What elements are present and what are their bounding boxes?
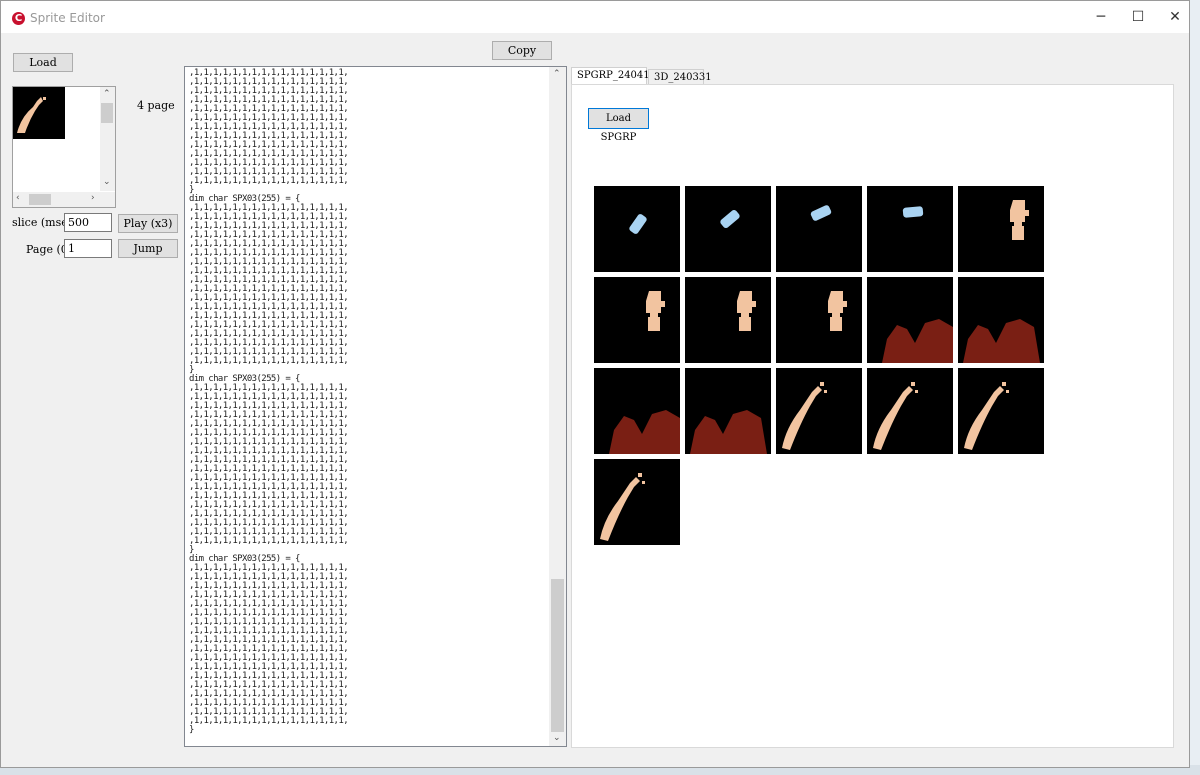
sprite-tile[interactable] (776, 277, 862, 363)
sprite-blue-capsule-shape (629, 214, 647, 234)
close-button[interactable]: ✕ (1157, 1, 1193, 33)
sprite-tile[interactable] (594, 459, 680, 545)
sprite-tile[interactable] (685, 277, 771, 363)
sprite-skin-arm-shape (782, 382, 827, 450)
sprite-skin-arm-shape (964, 382, 1009, 450)
code-scroll-up-icon[interactable]: ⌃ (553, 69, 561, 79)
sprite-skin-figure-shape (646, 291, 665, 331)
sprite-tile[interactable] (958, 368, 1044, 454)
jump-button[interactable]: Jump (118, 239, 178, 258)
spgrp-panel: Load SPGRP (571, 84, 1174, 748)
code-textarea[interactable]: ,1,1,1,1,1,1,1,1,1,1,1,1,1,1,1,1, ,1,1,1… (184, 66, 567, 747)
sprite-preview-box[interactable]: ⌃ ⌄ ‹ › (12, 86, 116, 208)
play-button[interactable]: Play (x3) (118, 214, 178, 233)
desktop-background-right (1190, 0, 1200, 775)
tab-spgrp[interactable]: SPGRP_240414 (571, 67, 656, 85)
sprite-skin-figure-shape (1010, 200, 1029, 240)
sprite-tile[interactable] (958, 277, 1044, 363)
sprite-skin-figure-shape (828, 291, 847, 331)
preview-horizontal-scroll-thumb[interactable] (29, 194, 51, 205)
scroll-up-icon[interactable]: ⌃ (103, 89, 111, 99)
load-button[interactable]: Load (13, 53, 73, 72)
sprite-blue-capsule-shape (720, 209, 740, 229)
sprite-tile[interactable] (958, 186, 1044, 272)
sprite-tile[interactable] (867, 368, 953, 454)
preview-horizontal-scrollbar[interactable]: ‹ › (13, 192, 115, 207)
sprite-red-wing-shape (963, 319, 1040, 363)
preview-arm-shape (17, 97, 46, 133)
scroll-right-icon[interactable]: › (91, 193, 95, 203)
sprite-tile[interactable] (594, 277, 680, 363)
sprite-red-wing-shape (609, 410, 680, 454)
app-logo-icon: C (12, 12, 25, 25)
sprite-skin-arm-shape (600, 473, 645, 541)
sprite-tile[interactable] (776, 186, 862, 272)
sprite-tile[interactable] (867, 186, 953, 272)
sprite-tile[interactable] (685, 368, 771, 454)
code-scroll-down-icon[interactable]: ⌄ (553, 733, 561, 743)
sprite-blue-capsule-shape (902, 206, 924, 218)
preview-vertical-scroll-thumb[interactable] (101, 103, 113, 123)
sprite-skin-figure-shape (737, 291, 756, 331)
page-count-label: 4 page (137, 99, 175, 112)
sprite-red-wing-shape (882, 319, 953, 363)
sprite-tile[interactable] (685, 186, 771, 272)
sprite-tile[interactable] (594, 368, 680, 454)
sprite-blue-capsule-shape (810, 205, 832, 221)
load-spgrp-button[interactable]: Load SPGRP (588, 108, 649, 143)
title-bar[interactable]: C Sprite Editor ─ ☐ ✕ (1, 1, 1189, 33)
minimize-button[interactable]: ─ (1083, 1, 1119, 33)
sprite-skin-arm-shape (873, 382, 918, 450)
code-scroll-thumb[interactable] (551, 579, 564, 732)
maximize-button[interactable]: ☐ (1120, 1, 1156, 33)
window-title: Sprite Editor (30, 11, 105, 25)
sprite-preview (13, 87, 65, 139)
copy-button[interactable]: Copy (492, 41, 552, 60)
tab-3d[interactable]: 3D_240331 (648, 69, 712, 85)
page-input[interactable] (64, 239, 112, 258)
sprite-red-wing-shape (690, 410, 767, 454)
sprite-tile[interactable] (776, 368, 862, 454)
sprite-tile[interactable] (867, 277, 953, 363)
preview-vertical-scrollbar[interactable]: ⌃ ⌄ (100, 87, 115, 191)
sprite-tile[interactable] (594, 186, 680, 272)
scroll-left-icon[interactable]: ‹ (16, 193, 20, 203)
scroll-down-icon[interactable]: ⌄ (103, 177, 111, 187)
code-vertical-scrollbar[interactable]: ⌃ ⌄ (549, 67, 566, 746)
sprite-editor-window: C Sprite Editor ─ ☐ ✕ Load ⌃ ⌄ ‹ › 4 pag… (0, 0, 1190, 768)
slice-input[interactable] (64, 213, 112, 232)
code-content: ,1,1,1,1,1,1,1,1,1,1,1,1,1,1,1,1, ,1,1,1… (189, 68, 349, 735)
